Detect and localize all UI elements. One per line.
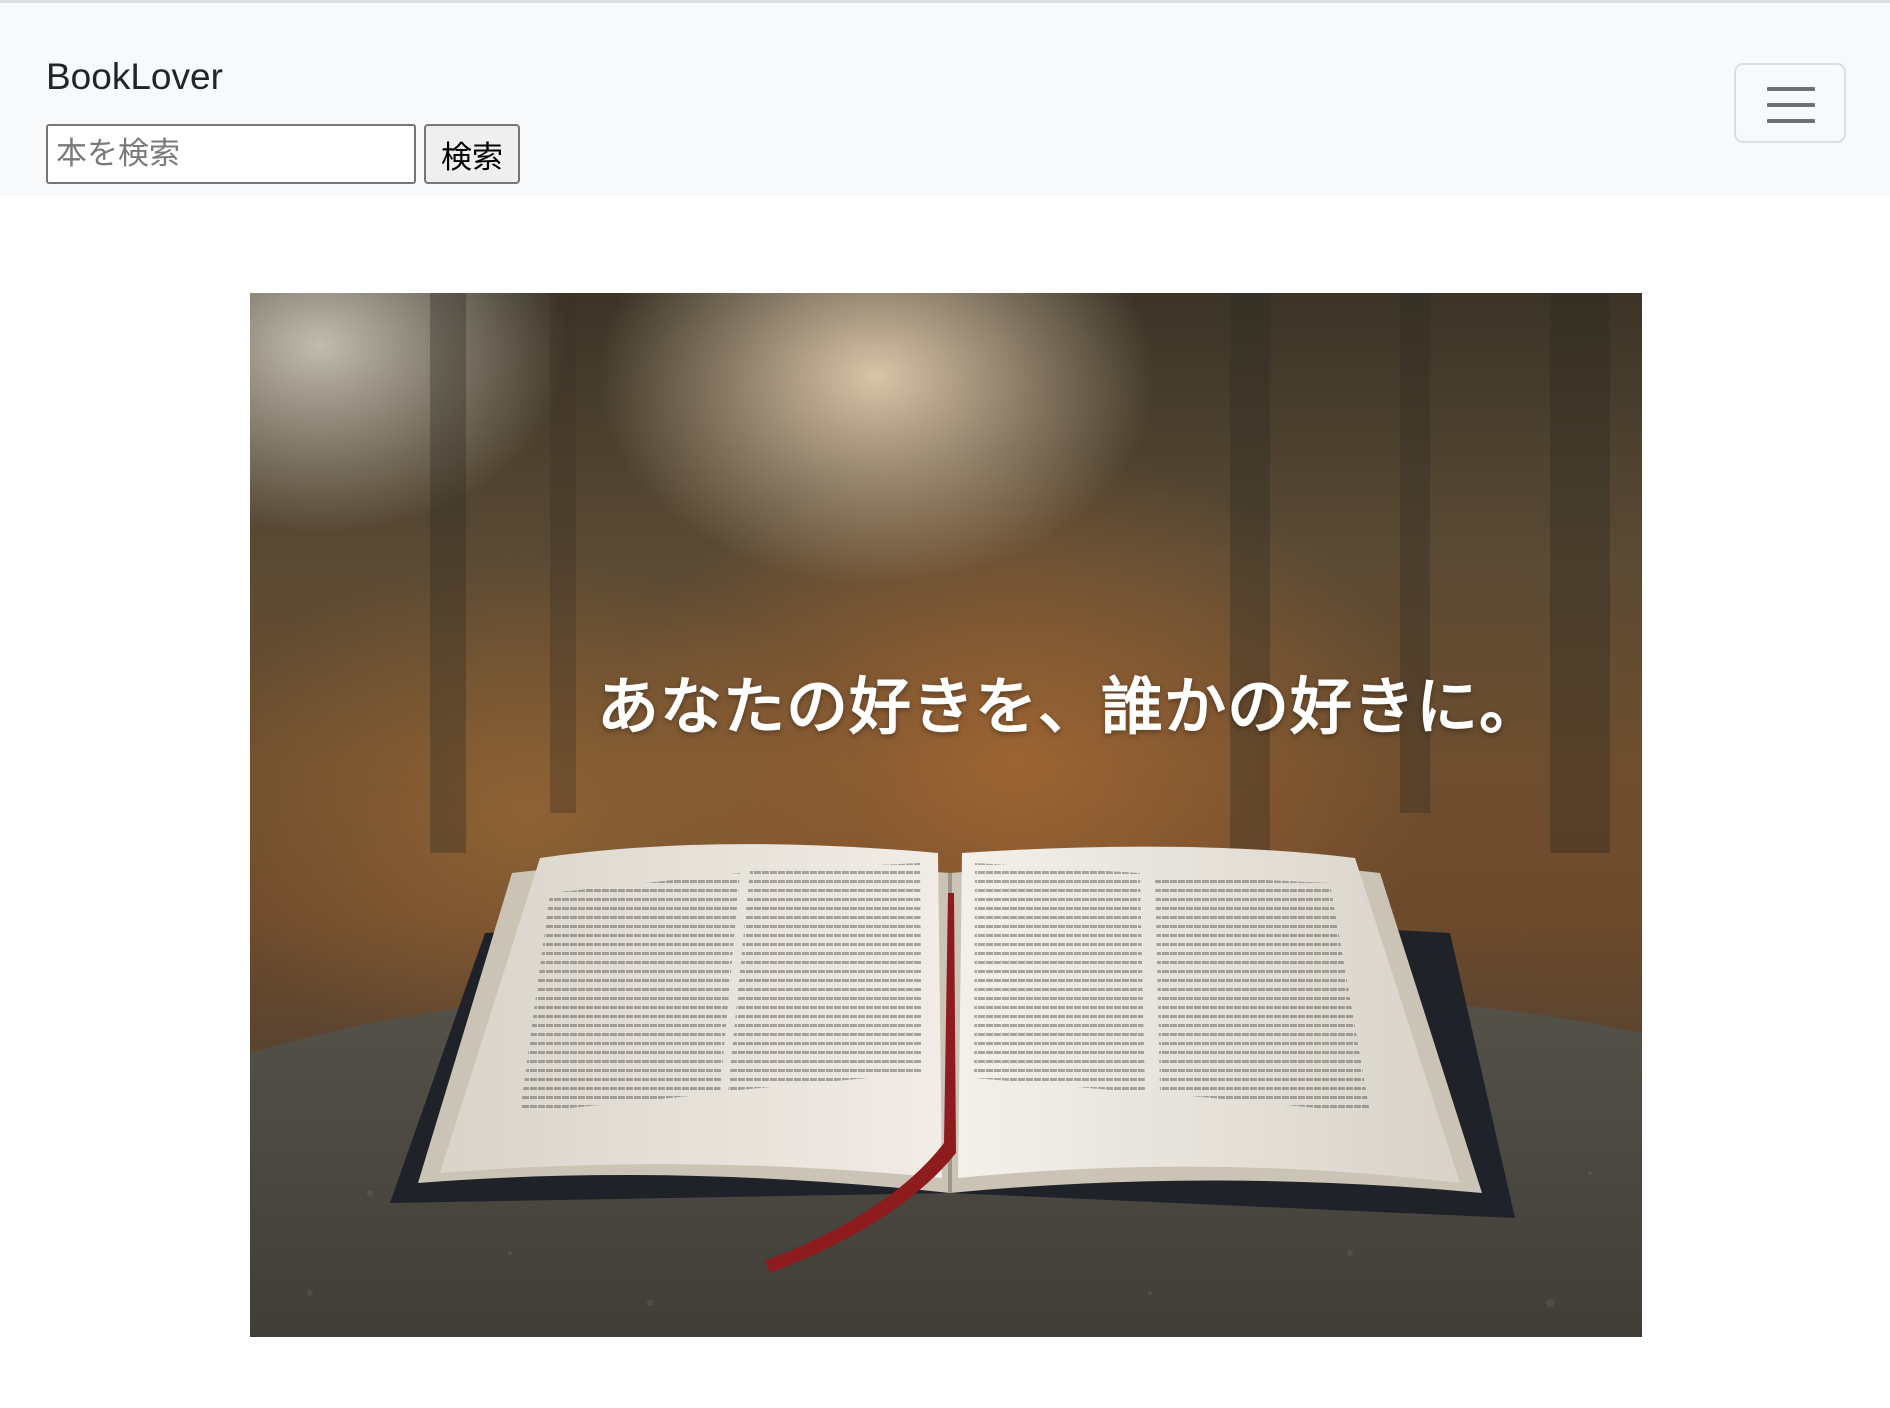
navbar-toggler-button[interactable]: [1734, 63, 1846, 143]
brand-link[interactable]: BookLover: [46, 55, 223, 99]
search-button[interactable]: 検索: [424, 124, 520, 184]
hero-catchphrase: あなたの好きを、誰かの好きに。: [596, 670, 1542, 743]
navbar: BookLover 検索: [0, 0, 1890, 196]
hero-image: あなたの好きを、誰かの好きに。: [250, 293, 1642, 1337]
hero-photo-open-book: [250, 293, 1642, 1337]
search-input[interactable]: [46, 124, 416, 184]
hamburger-menu-icon: [1767, 87, 1815, 123]
